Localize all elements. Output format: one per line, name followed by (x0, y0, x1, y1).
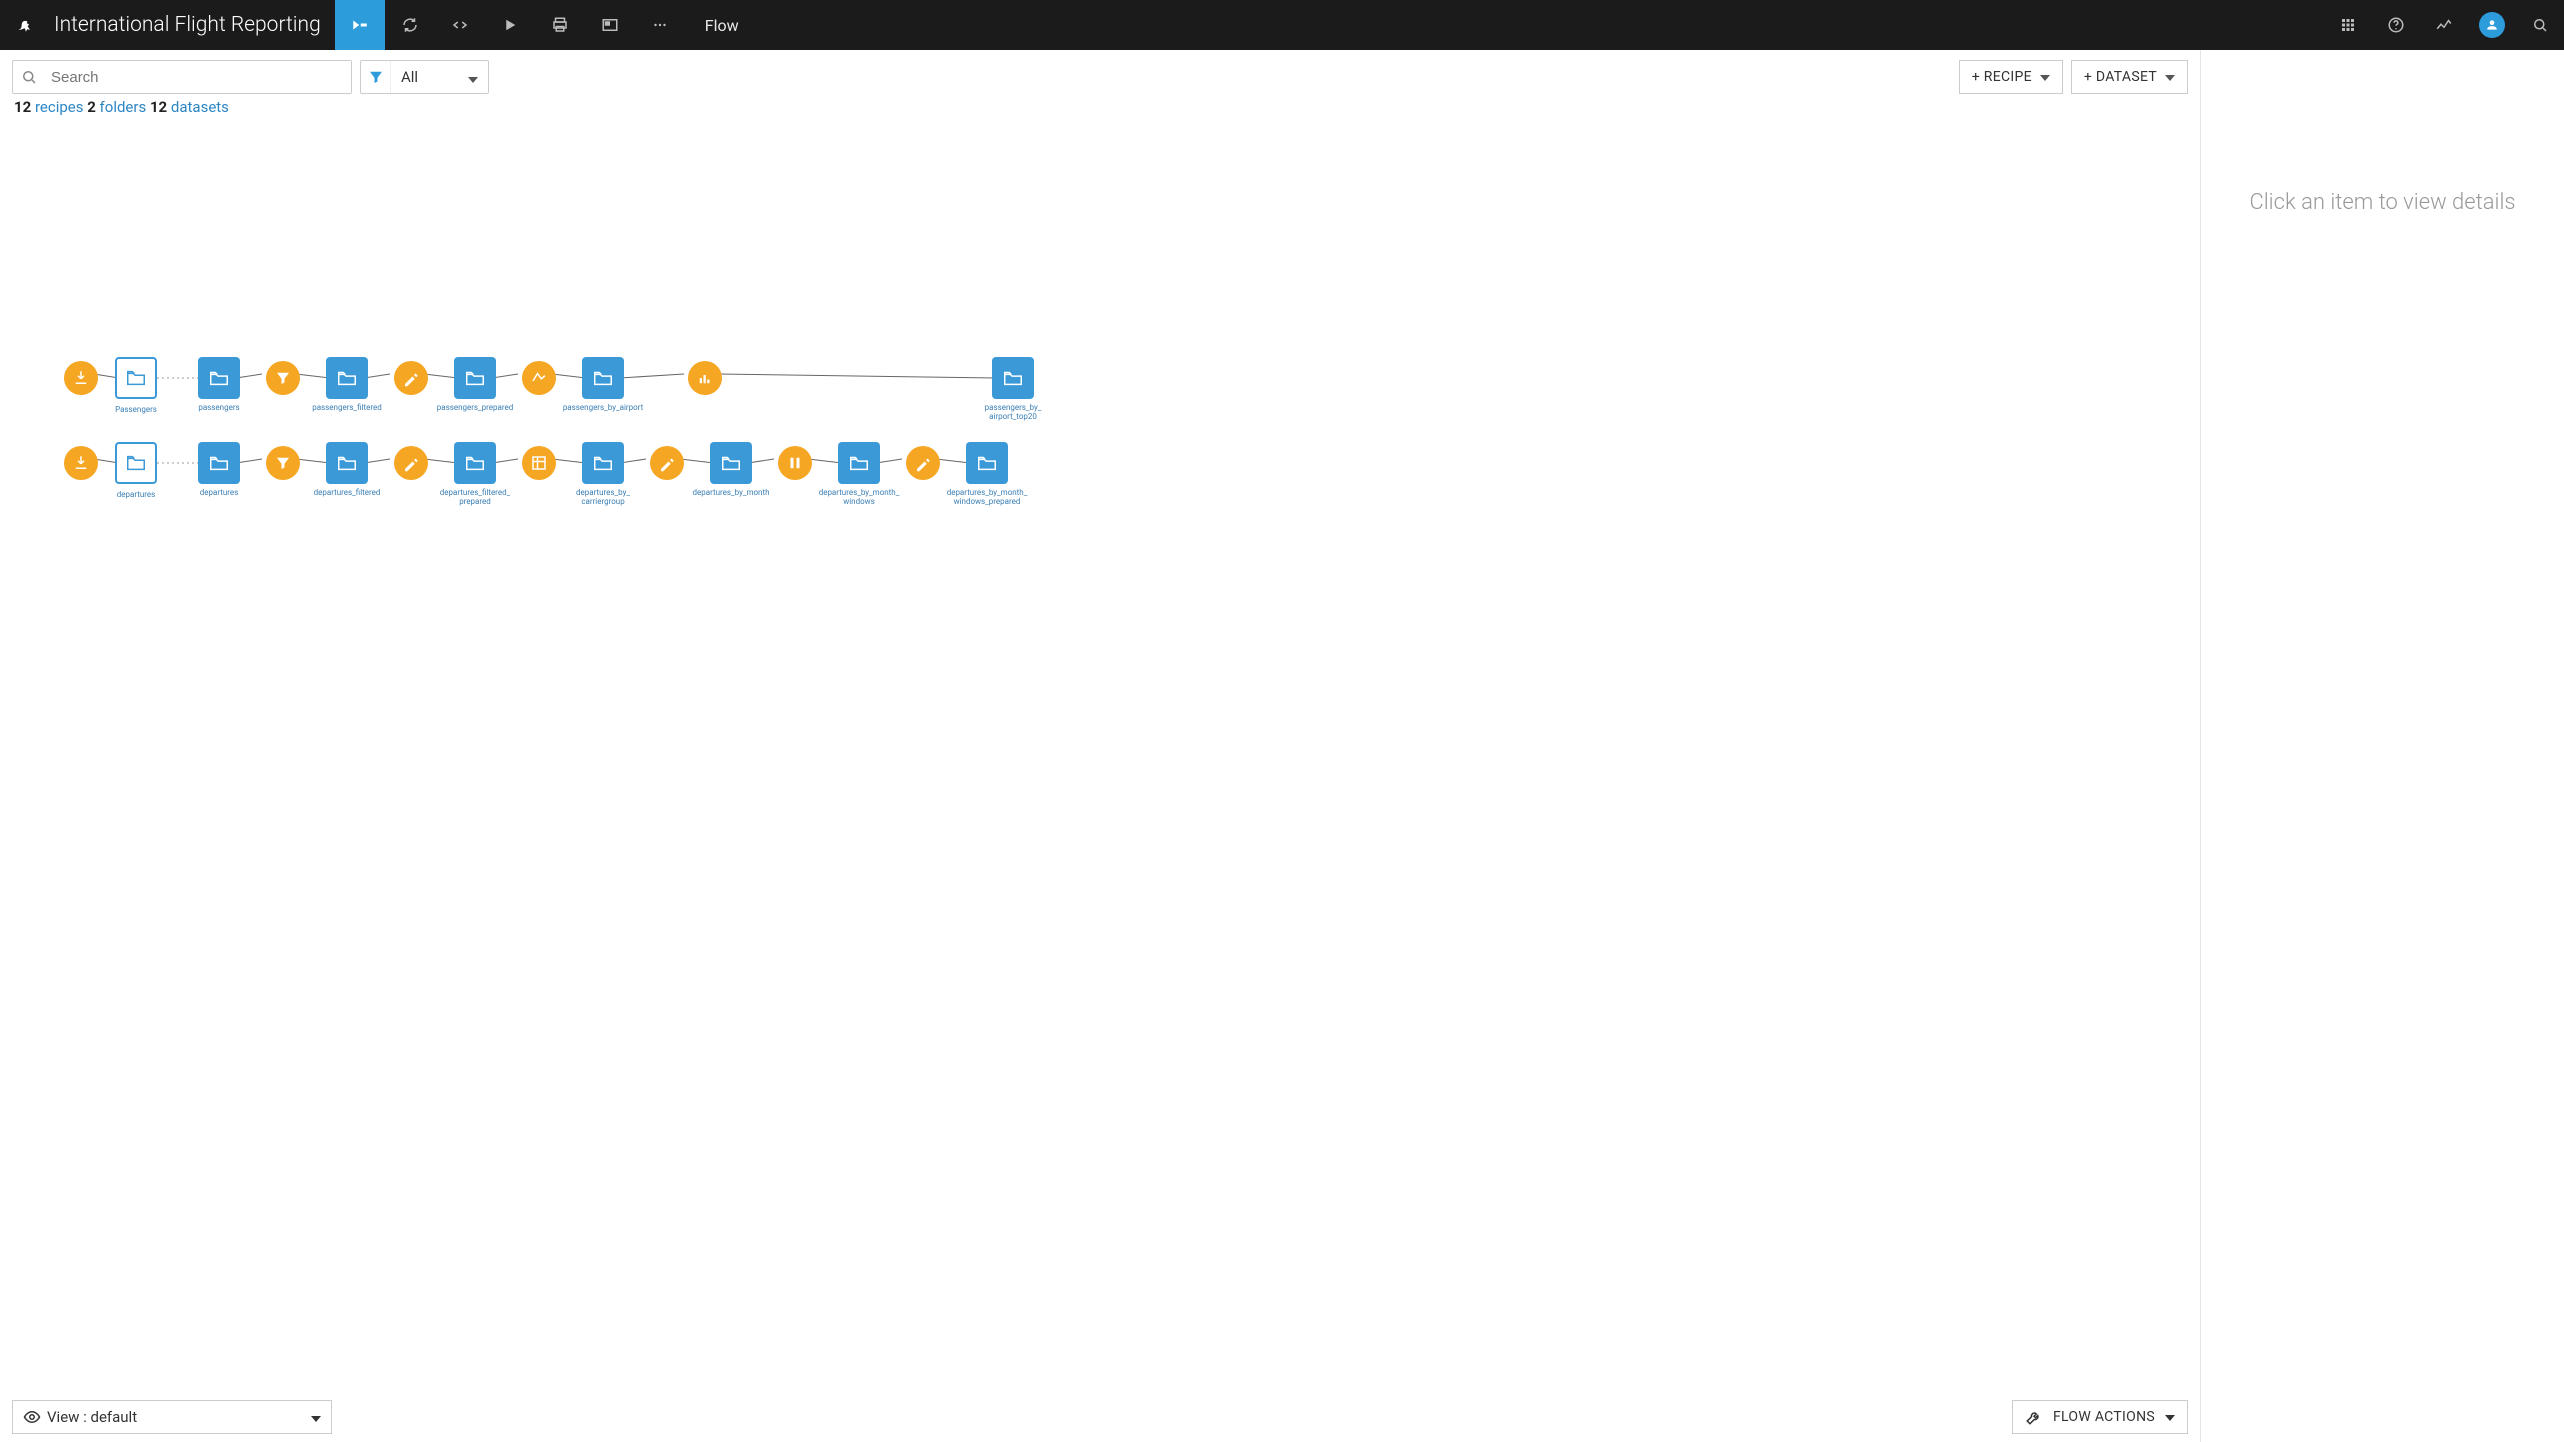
flow-recipe-group[interactable] (522, 446, 556, 480)
flow-actions-label: FLOW ACTIONS (2053, 1409, 2155, 1425)
flow-dataset-node[interactable]: departures_filtered (326, 442, 368, 484)
flow-recipe-prepare[interactable] (394, 446, 428, 480)
user-avatar[interactable] (2468, 0, 2516, 50)
flow-node-label: departures_by_month_ windows_prepared (927, 488, 1047, 506)
recipes-link[interactable]: recipes (35, 98, 84, 116)
flow-recipe-filter[interactable] (266, 446, 300, 480)
flow-recipe-pivot[interactable] (522, 361, 556, 395)
add-recipe-button[interactable]: + RECIPE (1959, 60, 2063, 94)
wrench-icon (2025, 1408, 2043, 1426)
flow-node-label: passengers_by_ airport_top20 (953, 403, 1073, 421)
flow-recipe-download[interactable] (64, 446, 98, 480)
nav-code-icon[interactable] (435, 0, 485, 50)
flow-node-label: departures (159, 488, 279, 497)
topbar-right (2324, 0, 2564, 50)
flow-node-label: departures_by_ carriergroup (543, 488, 663, 506)
flow-recipe-prepare[interactable] (906, 446, 940, 480)
filter-icon (361, 61, 391, 93)
folders-count: 2 (87, 98, 96, 116)
app-logo[interactable] (0, 0, 50, 50)
item-counts: 12 recipes 2 folders 12 datasets (0, 98, 2200, 122)
activity-icon[interactable] (2420, 0, 2468, 50)
view-prefix: View : (47, 1408, 91, 1426)
canvas-pane: All + RECIPE + DATASET 12 recipes 2 fold… (0, 50, 2201, 1442)
flow-dataset-node[interactable]: departures_by_month_ windows_prepared (966, 442, 1008, 484)
flow-folder-node[interactable]: Passengers (115, 357, 157, 399)
filter-dropdown[interactable]: All (360, 60, 489, 94)
view-name: default (91, 1408, 138, 1426)
caret-down-icon (2165, 69, 2175, 85)
search-icon (13, 68, 45, 86)
caret-down-icon (2165, 1409, 2175, 1425)
flow-canvas[interactable]: Passengerspassengerspassengers_filteredp… (0, 122, 2200, 1442)
flow-node-label: passengers (159, 403, 279, 412)
recipes-count: 12 (14, 98, 31, 116)
nav-dashboard-icon[interactable] (585, 0, 635, 50)
add-dataset-button[interactable]: + DATASET (2071, 60, 2188, 94)
caret-down-icon (2040, 69, 2050, 85)
flow-node-label: passengers_filtered (287, 403, 407, 412)
project-title[interactable]: International Flight Reporting (50, 13, 335, 37)
folders-link[interactable]: folders (100, 98, 147, 116)
flow-recipe-topn[interactable] (688, 361, 722, 395)
search-input-wrap (12, 60, 352, 94)
nav-cycle-icon[interactable] (385, 0, 435, 50)
datasets-link[interactable]: datasets (171, 98, 229, 116)
nav-run-icon[interactable] (485, 0, 535, 50)
apps-grid-icon[interactable] (2324, 0, 2372, 50)
flow-dataset-node[interactable]: passengers_prepared (454, 357, 496, 399)
search-icon[interactable] (2516, 0, 2564, 50)
flow-dataset-node[interactable]: departures_filtered_ prepared (454, 442, 496, 484)
flow-node-label: departures_filtered_ prepared (415, 488, 535, 506)
help-icon[interactable] (2372, 0, 2420, 50)
flow-dataset-node[interactable]: passengers_by_airport (582, 357, 624, 399)
filter-label: All (391, 68, 468, 86)
flow-dataset-node[interactable]: passengers (198, 357, 240, 399)
flow-node-label: departures_by_month_ windows (799, 488, 919, 506)
add-recipe-label: + RECIPE (1972, 69, 2032, 85)
flow-recipe-download[interactable] (64, 361, 98, 395)
caret-down-icon (468, 68, 488, 87)
nav-more-icon[interactable] (635, 0, 685, 50)
flow-node-label: departures_by_month (671, 488, 791, 497)
search-input[interactable] (45, 61, 351, 93)
flow-actions-button[interactable]: FLOW ACTIONS (2012, 1400, 2188, 1434)
flow-node-label: passengers_by_airport (543, 403, 663, 412)
add-dataset-label: + DATASET (2084, 69, 2157, 85)
toolbar: All + RECIPE + DATASET (0, 50, 2200, 98)
flow-dataset-node[interactable]: departures_by_month_ windows (838, 442, 880, 484)
nav-flow-icon[interactable] (335, 0, 385, 50)
datasets-count: 12 (150, 98, 167, 116)
view-selector[interactable]: View : default (12, 1400, 332, 1434)
topbar: International Flight Reporting Flow (0, 0, 2564, 50)
flow-recipe-window[interactable] (778, 446, 812, 480)
flow-dataset-node[interactable]: passengers_filtered (326, 357, 368, 399)
flow-folder-node[interactable]: departures (115, 442, 157, 484)
flow-dataset-node[interactable]: passengers_by_ airport_top20 (992, 357, 1034, 399)
flow-dataset-node[interactable]: departures (198, 442, 240, 484)
flow-recipe-prepare[interactable] (650, 446, 684, 480)
details-empty-hint: Click an item to view details (2249, 190, 2515, 215)
flow-dataset-node[interactable]: departures_by_ carriergroup (582, 442, 624, 484)
eye-icon (23, 1408, 41, 1426)
flow-dataset-node[interactable]: departures_by_month (710, 442, 752, 484)
flow-node-label: passengers_prepared (415, 403, 535, 412)
nav-print-icon[interactable] (535, 0, 585, 50)
details-panel: Click an item to view details (2201, 50, 2564, 1442)
caret-down-icon (311, 1408, 321, 1426)
flow-node-label: departures_filtered (287, 488, 407, 497)
flow-recipe-filter[interactable] (266, 361, 300, 395)
flow-recipe-prepare[interactable] (394, 361, 428, 395)
nav-section-label: Flow (685, 16, 759, 35)
